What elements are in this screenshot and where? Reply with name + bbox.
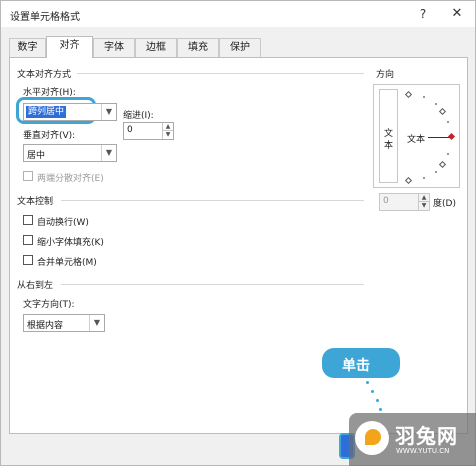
callout-tail-dot bbox=[376, 399, 379, 402]
spinner-buttons: ▲ ▼ bbox=[162, 123, 173, 139]
degree-label: 度(D) bbox=[433, 199, 456, 209]
dial-marker bbox=[404, 176, 413, 185]
horizontal-align-select[interactable]: 跨列居中 ▼ bbox=[23, 103, 117, 121]
watermark-name: 羽兔网 bbox=[395, 424, 458, 448]
dial-marker bbox=[438, 107, 447, 116]
tab-alignment[interactable]: 对齐 bbox=[46, 36, 93, 58]
callout-tail-dot bbox=[371, 390, 374, 393]
indent-spinner[interactable]: 0 ▲ ▼ bbox=[123, 122, 174, 140]
chevron-down-icon[interactable]: ▼ bbox=[101, 145, 116, 161]
text-direction-select[interactable]: 根据内容 ▼ bbox=[23, 314, 105, 332]
indent-label: 缩进(I): bbox=[123, 111, 154, 121]
wrap-text-checkbox[interactable] bbox=[23, 215, 33, 225]
dial-dot bbox=[447, 121, 449, 123]
text-direction-label: 文字方向(T): bbox=[23, 300, 75, 310]
dial-text: 文本 bbox=[407, 135, 426, 145]
distributed-checkbox[interactable] bbox=[23, 171, 33, 181]
dial-dot bbox=[435, 171, 437, 173]
dial-dot bbox=[423, 177, 425, 179]
tab-number[interactable]: 数字 bbox=[9, 38, 46, 57]
dial-handle[interactable] bbox=[447, 132, 456, 141]
shrink-to-fit-checkbox[interactable] bbox=[23, 235, 33, 245]
section-divider bbox=[61, 284, 364, 285]
distributed-label: 两端分散对齐(E) bbox=[37, 174, 104, 184]
wrap-text-label: 自动换行(W) bbox=[37, 218, 89, 228]
dialog-title: 设置单元格格式 bbox=[10, 12, 80, 23]
tab-border[interactable]: 边框 bbox=[135, 38, 177, 57]
section-text-control: 文本控制 bbox=[17, 197, 54, 207]
dial-dot bbox=[447, 153, 449, 155]
dial-marker bbox=[438, 160, 447, 169]
spin-up-icon[interactable]: ▲ bbox=[163, 123, 173, 131]
horizontal-align-value: 跨列居中 bbox=[26, 106, 67, 118]
dial-needle bbox=[428, 137, 451, 138]
vertical-align-value: 居中 bbox=[27, 151, 46, 161]
tab-protection[interactable]: 保护 bbox=[219, 38, 261, 57]
degree-value: 0 bbox=[383, 196, 389, 206]
spin-down-icon[interactable]: ▼ bbox=[163, 131, 173, 139]
dial-dot bbox=[435, 103, 437, 105]
dial-marker bbox=[404, 90, 413, 99]
title-bar: 设置单元格格式 ? ✕ bbox=[1, 1, 475, 27]
chevron-down-icon[interactable]: ▼ bbox=[89, 315, 104, 331]
text-direction-value: 根据内容 bbox=[27, 321, 64, 331]
section-text-alignment: 文本对齐方式 bbox=[17, 70, 72, 80]
rabbit-logo-icon bbox=[365, 429, 381, 445]
vertical-align-label: 垂直对齐(V): bbox=[23, 131, 76, 141]
close-button[interactable]: ✕ bbox=[447, 5, 467, 23]
watermark-url: WWW.YUTU.CN bbox=[396, 447, 450, 455]
merge-cells-label: 合并单元格(M) bbox=[37, 258, 97, 268]
chevron-down-icon[interactable]: ▼ bbox=[101, 104, 116, 120]
callout-tail-dot bbox=[379, 408, 382, 411]
orientation-dial[interactable]: 文本 bbox=[398, 84, 460, 188]
section-right-to-left: 从右到左 bbox=[17, 281, 54, 291]
help-button[interactable]: ? bbox=[413, 5, 433, 23]
vertical-text-char: 本 bbox=[384, 141, 394, 151]
spinner-buttons: ▲ ▼ bbox=[418, 194, 429, 210]
shrink-to-fit-label: 缩小字体填充(K) bbox=[37, 238, 104, 248]
format-cells-dialog: 设置单元格格式 ? ✕ 数字 对齐 字体 边框 填充 保护 文本对齐方式 水平对… bbox=[0, 0, 476, 466]
callout-tail-dot bbox=[366, 381, 369, 384]
spin-down-icon[interactable]: ▼ bbox=[419, 202, 429, 210]
tab-font[interactable]: 字体 bbox=[93, 38, 135, 57]
spin-up-icon[interactable]: ▲ bbox=[419, 194, 429, 202]
merge-cells-checkbox[interactable] bbox=[23, 255, 33, 265]
section-divider bbox=[61, 200, 364, 201]
section-divider bbox=[77, 73, 364, 74]
callout-text: 单击 bbox=[342, 358, 370, 374]
degree-spinner[interactable]: 0 ▲ ▼ bbox=[379, 193, 430, 211]
vertical-align-select[interactable]: 居中 ▼ bbox=[23, 144, 117, 162]
indent-value: 0 bbox=[127, 125, 133, 135]
tab-fill[interactable]: 填充 bbox=[177, 38, 219, 57]
dial-dot bbox=[423, 96, 425, 98]
vertical-text-button[interactable]: 文 本 bbox=[379, 89, 398, 183]
section-orientation: 方向 bbox=[376, 70, 395, 80]
